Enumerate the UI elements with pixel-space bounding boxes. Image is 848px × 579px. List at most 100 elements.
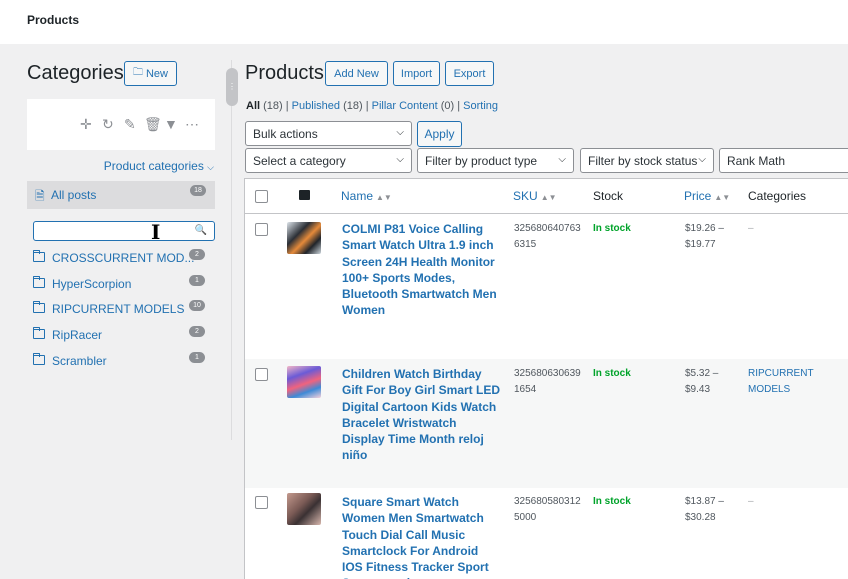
row-checkbox[interactable] — [255, 368, 268, 381]
all-posts-item[interactable]: 🗎 All posts 18 — [27, 181, 215, 209]
product-sku: 3256805803125000 — [514, 496, 581, 523]
add-new-button[interactable]: Add New — [325, 61, 388, 86]
product-price: $19.26 – $19.77 — [685, 221, 740, 253]
stock-status: In stock — [593, 223, 631, 234]
folder-count: 10 — [189, 300, 205, 311]
products-table: Name ▲▼ SKU ▲▼ Stock Price ▲▼ Categories CO… — [244, 178, 848, 579]
folder-item[interactable]: RIPCURRENT MODELS 10 — [33, 300, 208, 320]
column-name-label: Name — [341, 189, 374, 203]
product-sku: 3256806407636315 — [514, 223, 581, 250]
product-thumbnail[interactable] — [287, 493, 321, 525]
product-name-link[interactable]: COLMI P81 Voice Calling Smart Watch Ultr… — [342, 221, 500, 319]
table-row: Square Smart Watch Women Men Smartwatch … — [245, 488, 848, 579]
folder-name: Scrambler — [52, 354, 107, 368]
sort-icon: ▲▼ — [714, 193, 731, 202]
sort-icon[interactable]: ▼ — [164, 116, 178, 132]
export-button[interactable]: Export — [445, 61, 494, 86]
folder-count: 2 — [189, 249, 205, 260]
page-title: Products — [245, 62, 324, 84]
bulk-actions-select[interactable]: Bulk actions ⌵ — [245, 121, 412, 146]
column-categories: Categories — [748, 189, 807, 203]
product-categories[interactable]: RIPCURRENT MODELS — [748, 366, 838, 398]
view-filters: All (18) | Published (18) | Pillar Conte… — [246, 100, 498, 112]
bulk-actions-value: Bulk actions — [253, 127, 318, 141]
product-price: $5.32 – $9.43 — [685, 366, 740, 398]
price-low: $19.26 – — [685, 223, 724, 234]
product-thumbnail[interactable] — [287, 366, 321, 398]
image-icon — [299, 190, 310, 200]
folder-count: 1 — [189, 275, 205, 286]
view-sorting[interactable]: Sorting — [463, 100, 498, 112]
edit-icon[interactable]: ✎ — [124, 116, 136, 133]
rank-math-filter-select[interactable]: Rank Math — [719, 148, 848, 173]
product-sku: 3256806306391654 — [514, 368, 581, 395]
column-price[interactable]: Price ▲▼ — [684, 189, 730, 203]
product-name-link[interactable]: Square Smart Watch Women Men Smartwatch … — [342, 494, 500, 579]
view-published-count: (18) — [343, 100, 363, 112]
table-header: Name ▲▼ SKU ▲▼ Stock Price ▲▼ Categories — [245, 179, 848, 214]
apply-button[interactable]: Apply — [417, 121, 462, 147]
stock-status-filter-value: Filter by stock status — [588, 154, 698, 168]
page-header-title: Products — [27, 13, 80, 27]
trash-icon[interactable]: 🗑 — [144, 116, 162, 133]
folder-name: CROSSCURRENT MOD... — [52, 251, 195, 265]
row-checkbox[interactable] — [255, 496, 268, 509]
folder-toolbar: ✛ ↻ ✎ 🗑 ▼ ⋯ — [27, 99, 215, 150]
price-high: $19.77 — [685, 239, 716, 250]
text-cursor-icon: I — [151, 220, 161, 244]
new-folder-icon: 🗀 — [132, 67, 143, 78]
folder-item[interactable]: CROSSCURRENT MOD... 2 — [33, 249, 208, 269]
stock-status-filter-select[interactable]: Filter by stock status ⌵ — [580, 148, 714, 173]
view-published[interactable]: Published — [292, 100, 340, 112]
folder-item[interactable]: RipRacer 2 — [33, 326, 208, 346]
view-all-count: (18) — [263, 100, 283, 112]
folder-icon — [33, 250, 45, 262]
product-type-filter-select[interactable]: Filter by product type ⌵ — [417, 148, 574, 173]
price-low: $13.87 – — [685, 496, 724, 507]
folder-item[interactable]: Scrambler 1 — [33, 352, 208, 372]
chevron-down-icon: ⌵ — [698, 154, 706, 165]
top-bar: Products — [0, 0, 848, 44]
folder-count: 2 — [189, 326, 205, 337]
drag-handle-icon[interactable]: ⋮ — [226, 68, 238, 106]
column-name[interactable]: Name ▲▼ — [341, 189, 392, 203]
folder-item[interactable]: HyperScorpion 1 — [33, 275, 208, 295]
column-sku-label: SKU — [513, 189, 538, 203]
product-type-filter-value: Filter by product type — [425, 154, 538, 168]
panel-divider — [231, 60, 232, 440]
select-all-checkbox[interactable] — [255, 190, 268, 203]
folder-search-input[interactable]: 🔍 — [33, 221, 215, 241]
new-category-button[interactable]: 🗀 New — [124, 61, 177, 86]
refresh-icon[interactable]: ↻ — [102, 116, 114, 133]
product-thumbnail[interactable] — [287, 222, 321, 254]
folder-icon — [33, 276, 45, 288]
view-all[interactable]: All — [246, 100, 260, 112]
folder-count: 1 — [189, 352, 205, 363]
folder-name: RipRacer — [52, 328, 103, 342]
column-sku[interactable]: SKU ▲▼ — [513, 189, 557, 203]
separator: | — [285, 100, 289, 112]
stock-status: In stock — [593, 368, 631, 379]
product-name-link[interactable]: Children Watch Birthday Gift For Boy Gir… — [342, 366, 500, 464]
more-icon[interactable]: ⋯ — [185, 116, 199, 133]
chevron-down-icon: ⌵ — [396, 154, 404, 165]
folder-name: RIPCURRENT MODELS — [52, 302, 185, 316]
product-categories-dropdown[interactable]: Product categories ⌵ — [104, 159, 214, 173]
category-filter-select[interactable]: Select a category ⌵ — [245, 148, 412, 173]
chevron-down-icon: ⌵ — [207, 162, 214, 172]
move-icon[interactable]: ✛ — [80, 116, 92, 133]
new-category-label: New — [145, 67, 168, 80]
table-row: Children Watch Birthday Gift For Boy Gir… — [245, 359, 848, 488]
column-price-label: Price — [684, 189, 712, 203]
price-high: $30.28 — [685, 512, 716, 523]
categories-title: Categories — [27, 62, 124, 84]
rank-math-filter-value: Rank Math — [727, 154, 786, 168]
import-button[interactable]: Import — [393, 61, 440, 86]
search-icon: 🔍 — [194, 225, 207, 236]
folder-name: HyperScorpion — [52, 277, 132, 291]
folder-icon — [33, 327, 45, 339]
row-checkbox[interactable] — [255, 223, 268, 236]
sort-icon: ▲▼ — [376, 193, 392, 202]
view-pillar-content[interactable]: Pillar Content — [372, 100, 438, 112]
all-posts-label: All posts — [51, 188, 97, 202]
